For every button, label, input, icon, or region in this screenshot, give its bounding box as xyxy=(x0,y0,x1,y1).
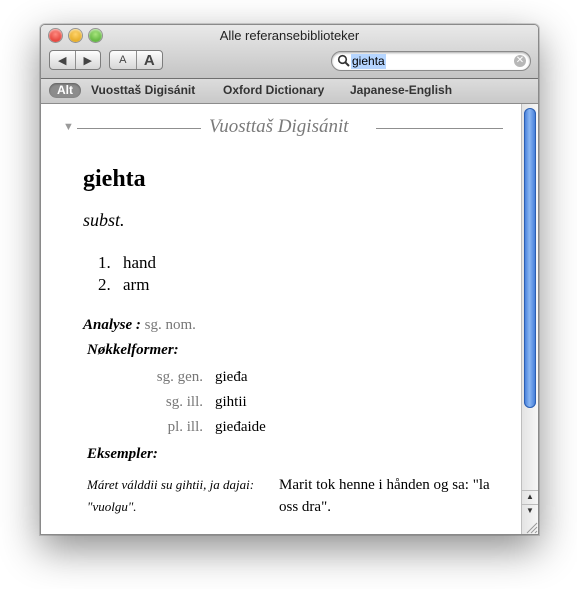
vertical-scrollbar[interactable]: ▲ ▼ xyxy=(521,104,538,534)
sense-number: 2. xyxy=(98,275,111,294)
scope-bar: Alt Vuosttaš Digisánit Oxford Dictionary… xyxy=(41,79,538,104)
section-header: ▼ Vuosttaš Digisánit xyxy=(63,116,503,138)
back-button[interactable]: ◀ xyxy=(50,51,75,69)
divider xyxy=(376,128,503,129)
divider xyxy=(77,128,201,129)
scope-vuosttas-digisanit[interactable]: Vuosttaš Digisánit xyxy=(91,83,195,98)
part-of-speech: subst. xyxy=(83,210,125,230)
sense-list: 1. hand 2. arm xyxy=(98,252,156,296)
search-field[interactable]: giehta ✕ xyxy=(331,51,531,71)
sense-number: 1. xyxy=(98,253,111,272)
window-title: Alle referansebiblioteker xyxy=(219,28,360,43)
search-icon xyxy=(337,54,350,67)
scroll-down-icon[interactable]: ▼ xyxy=(522,504,538,517)
disclosure-triangle-icon[interactable]: ▼ xyxy=(63,121,74,133)
list-item: 2. arm xyxy=(98,274,156,296)
clear-search-icon[interactable]: ✕ xyxy=(514,55,526,67)
forward-button[interactable]: ▶ xyxy=(74,51,101,69)
search-input[interactable]: giehta xyxy=(351,54,386,69)
scope-oxford-dictionary[interactable]: Oxford Dictionary xyxy=(223,83,324,98)
increase-font-button[interactable]: A xyxy=(135,51,163,69)
toolbar: Alle referansebiblioteker ◀ ▶ A A giehta… xyxy=(41,25,538,79)
scope-all[interactable]: Alt xyxy=(49,83,81,98)
form-tag: pl. ill. xyxy=(167,419,203,435)
scrollbar-thumb[interactable] xyxy=(524,108,536,408)
history-nav: ◀ ▶ xyxy=(49,50,101,70)
sense-text: hand xyxy=(123,253,157,272)
example-translation: Marit tok henne i hånden og sa: "la oss … xyxy=(279,477,490,515)
form-tag: sg. gen. xyxy=(156,369,203,385)
dictionary-window: Alle referansebiblioteker ◀ ▶ A A giehta… xyxy=(40,24,539,535)
form-value: gieđa xyxy=(215,369,248,385)
analysis-value: sg. nom. xyxy=(144,317,196,333)
section-title: Vuosttaš Digisánit xyxy=(209,116,349,137)
keyforms-label: Nøkkelformer: xyxy=(87,342,179,358)
scroll-up-icon[interactable]: ▲ xyxy=(522,490,538,503)
font-size-control: A A xyxy=(109,50,163,70)
form-value: gieđaide xyxy=(215,419,266,435)
list-item: 1. hand xyxy=(98,252,156,274)
headword: giehta xyxy=(83,166,146,192)
analysis-label: Analyse : xyxy=(83,317,141,333)
example-source: Máret válddii su gihtii, ja dajai: "vuol… xyxy=(87,477,255,514)
scope-japanese-english[interactable]: Japanese-English xyxy=(350,83,452,98)
examples-label: Eksempler: xyxy=(87,446,158,462)
resize-grip-icon[interactable] xyxy=(522,518,538,534)
sense-text: arm xyxy=(123,275,150,294)
form-tag: sg. ill. xyxy=(165,394,203,410)
form-value: gihtii xyxy=(215,394,247,410)
definition-pane: ▼ Vuosttaš Digisánit giehta subst. 1. han… xyxy=(41,104,521,534)
decrease-font-button[interactable]: A xyxy=(110,51,136,69)
analysis: Analyse : sg. nom. xyxy=(83,317,196,334)
